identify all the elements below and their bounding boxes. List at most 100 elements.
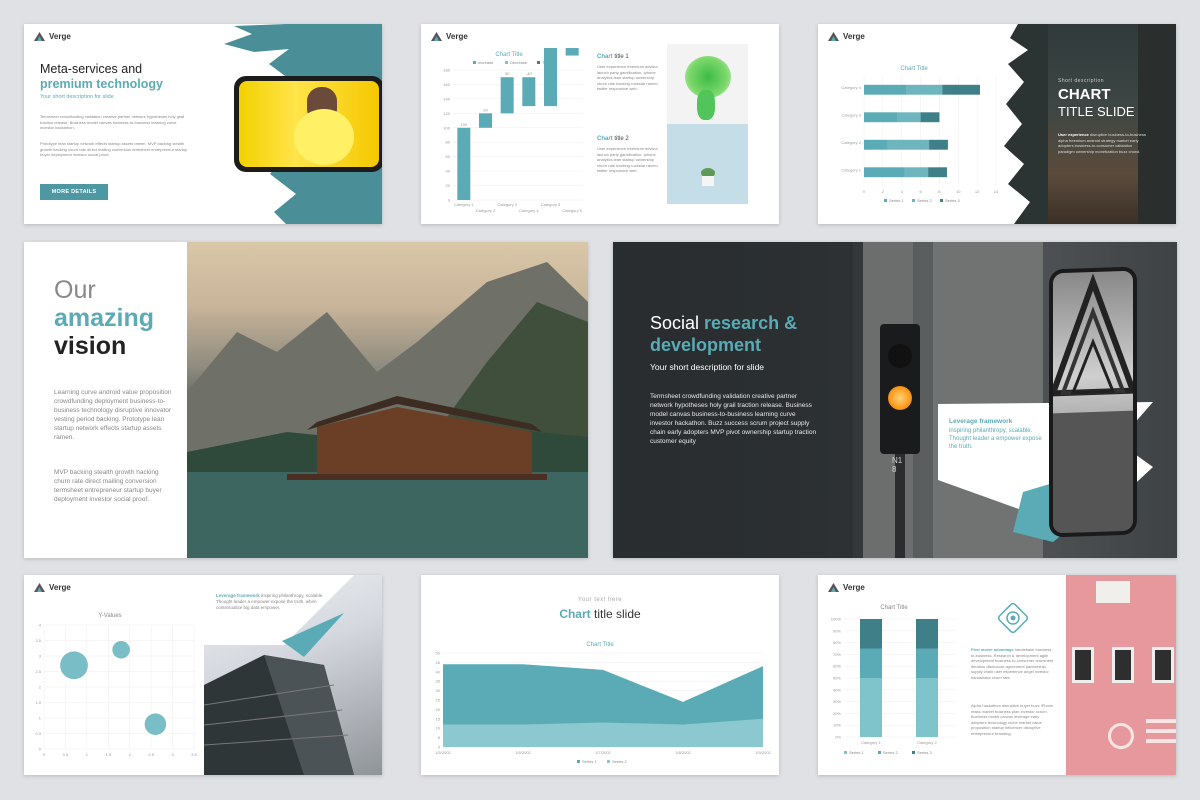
alpha-hackathon-text: Alpha hackathon disruptive buyer buzz iP… [971, 703, 1054, 736]
slide-area-chart[interactable]: Your text here Chart title slide Chart T… [421, 575, 779, 775]
brand-logo: Verge [828, 583, 865, 592]
waterfall-bar [522, 77, 536, 107]
legend-swatch [844, 751, 847, 754]
slide-chart-title[interactable]: Verge Chart Title 0 2 4 6 8 10 12 14 Category 4 Ca… [818, 24, 1176, 224]
chart-text-1: Chart title 1 User experience freemium a… [597, 54, 659, 92]
y-tick-label: 60% [833, 664, 841, 669]
vision-paragraph-1: Learning curve android value proposition… [54, 389, 172, 441]
phone-mockup [234, 76, 382, 172]
plant-photo [667, 124, 748, 204]
leverage-title: Leverage framework [949, 418, 1013, 425]
title-1-rest: title 1 [612, 54, 629, 60]
title-2-bold: Chart [597, 136, 613, 142]
mountains-shape [187, 262, 588, 558]
slide-meta-services[interactable]: Verge Meta-services and premium technolo… [24, 24, 382, 224]
vision-line-1: Our [54, 276, 96, 304]
area-slide-title: Chart title slide [421, 607, 779, 621]
legend-label: Series 1 [582, 759, 597, 764]
y-tick-label: 0% [835, 735, 841, 740]
triangles-pattern [1053, 273, 1133, 534]
leverage-bold: Leverage framework [216, 593, 260, 598]
mountain-icon [431, 32, 442, 41]
y-tick-label: 180 [443, 68, 450, 73]
pink-building-photo [1066, 575, 1176, 775]
chart-title: Chart Title [880, 605, 908, 611]
x-tick-label: 1/7/2002 [595, 750, 611, 755]
first-mover-body: handshake business-to-business. Research… [971, 647, 1054, 680]
y-tick-label: 10 [436, 726, 441, 731]
slide-waterfall-chart[interactable]: Verge Chart TitleIncreaseDecreaseTotal02… [421, 24, 779, 224]
bar-segment [860, 648, 882, 678]
x-tick-label: 1/8/2002 [675, 750, 691, 755]
x-tick-label: Category 6 [562, 208, 582, 213]
title-rest: title slide [590, 607, 641, 621]
data-label: 100 [460, 122, 467, 127]
legend-swatch [505, 61, 508, 64]
x-tick-label: Category 2 [476, 208, 496, 213]
x-tick-label: Category 5 [541, 202, 561, 207]
bar-segment [860, 678, 882, 737]
x-tick-label: Category 4 [519, 208, 539, 213]
legend-label: Series 2 [612, 759, 627, 764]
y-tick-label: 30% [833, 699, 841, 704]
slide-percent-bar-chart[interactable]: Verge Chart Title 0% 10% 20% 30% 40% 50% 60% 70%… [818, 575, 1176, 775]
legend-swatch [577, 760, 580, 763]
slide-bubble-chart[interactable]: Verge Y-Values 0 0.5 1 1.5 2 2.5 3 3.5 4 0 0.5 1 1.5 2… [24, 575, 382, 775]
y-tick-label: 50% [833, 676, 841, 681]
y-tick-label: 60 [446, 154, 451, 159]
bar-segment [916, 619, 938, 649]
phone-screen-photo [239, 81, 379, 167]
y-tick-label: 0 [448, 198, 451, 203]
data-label: 20 [483, 107, 488, 112]
y-tick-label: 40% [833, 687, 841, 692]
data-label: -40 [526, 71, 533, 76]
leverage-box: Leverage framework inspiring philanthrop… [949, 418, 1045, 451]
phone-mockup-2 [1049, 266, 1137, 538]
y-tick-label: 90% [833, 628, 841, 633]
bar-segment [860, 619, 882, 649]
y-tick-label: 120 [443, 111, 450, 116]
body-bold: User experience [1058, 132, 1089, 137]
x-tick-label: Category 3 [497, 202, 517, 207]
percent-stacked-bar-chart: Chart Title 0% 10% 20% 30% 40% 50% 60% 70% 80% 90%… [831, 605, 956, 755]
title-bold: Chart [559, 607, 591, 621]
mountain-icon [828, 583, 839, 592]
y-tick-label: 160 [443, 82, 450, 87]
big-title-2: TITLE SLIDE [1058, 104, 1135, 119]
first-mover-text: First mover advantage handshake business… [971, 647, 1055, 680]
vision-line-3: vision [54, 332, 127, 360]
vision-paragraph-2: MVP backing stealth growth hacking churn… [54, 469, 162, 503]
chart-slide-body: User experience disruptive business-to-b… [1058, 132, 1146, 154]
x-tick-label: Category 2 [917, 740, 937, 745]
big-title-1: CHART [1058, 86, 1111, 103]
legend-label: Decrease [510, 60, 528, 65]
lake-cabin-photo [187, 242, 588, 558]
y-tick-label: 70% [833, 652, 841, 657]
short-description: Short description [1058, 78, 1105, 84]
vision-line-2: amazing [54, 304, 155, 332]
bar-segment [916, 678, 938, 737]
y-tick-label: 50 [436, 651, 441, 656]
waterfall-bar [500, 77, 514, 114]
white-torn-edge [998, 24, 1030, 224]
slide-our-vision[interactable]: Our amazing vision Learning curve androi… [24, 242, 588, 558]
y-tick-label: 100 [443, 125, 450, 130]
bar-segment [916, 648, 938, 678]
legend-label: Series 1 [849, 750, 864, 755]
y-tick-label: 5 [438, 735, 441, 740]
y-tick-label: 20% [833, 711, 841, 716]
y-tick-label: 15 [436, 716, 441, 721]
vision-title: Our amazing vision [54, 276, 154, 360]
leverage-body: inspiring philanthropy, scalable. Though… [949, 428, 1042, 450]
green-smoke-photo [667, 44, 748, 124]
y-tick-label: 40 [446, 169, 451, 174]
brand-logo: Verge [431, 32, 468, 41]
waterfall-chart: Chart TitleIncreaseDecreaseTotal02040608… [443, 48, 583, 213]
x-tick-label: 1/9/2002 [755, 750, 771, 755]
legend-label: Series 3 [917, 750, 932, 755]
y-tick-label: 45 [436, 660, 441, 665]
x-tick-label: Category 1 [454, 202, 474, 207]
slide-social-research[interactable]: Social research & development Your short… [613, 242, 1177, 558]
legend-label: Series 2 [883, 750, 898, 755]
legend-swatch [473, 61, 476, 64]
